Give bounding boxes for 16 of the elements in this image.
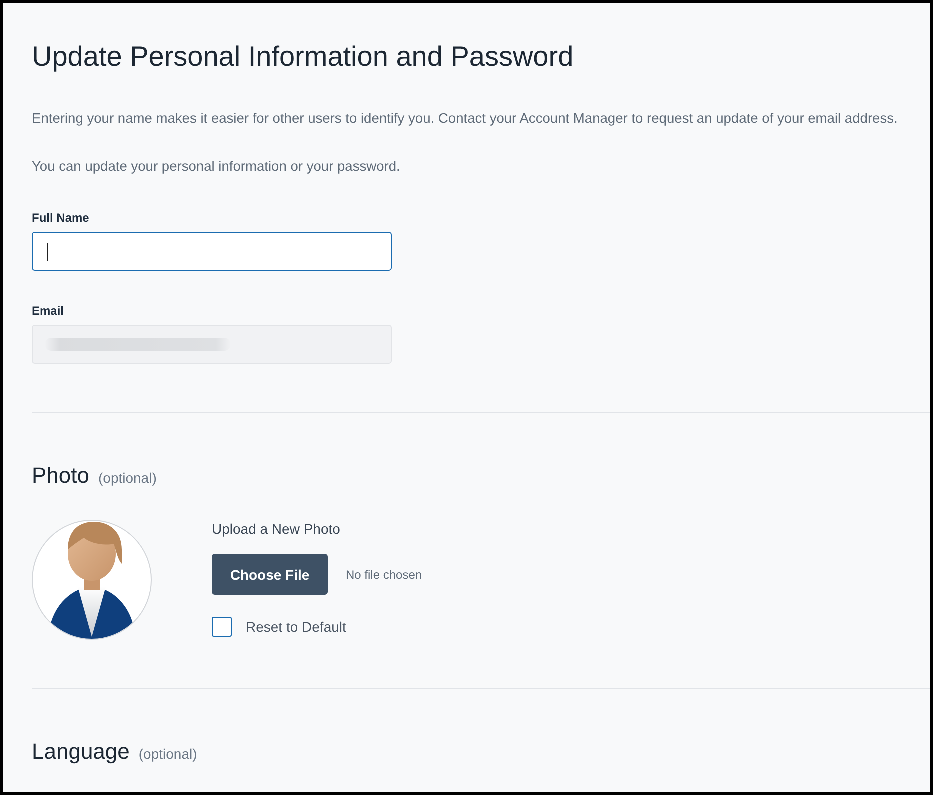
text-cursor-icon xyxy=(47,242,48,260)
reset-checkbox[interactable] xyxy=(212,617,232,637)
field-label: Email xyxy=(32,303,64,319)
section-title: Language xyxy=(32,738,130,766)
input-field[interactable] xyxy=(32,232,392,271)
page-title: Update Personal Information and Password xyxy=(32,41,575,73)
checkbox-label: Reset to Default xyxy=(246,618,346,637)
intro-text: You can update your personal information or your password. xyxy=(32,158,402,176)
upload-label: Upload a New Photo xyxy=(212,520,340,538)
file-status-text: No file chosen xyxy=(346,568,422,582)
optional-note: (optional) xyxy=(138,746,198,762)
intro-text: Entering your name makes it easier for other users to identify you. Contact your Account Manager to request an update of your email address. xyxy=(32,110,899,128)
optional-note: (optional) xyxy=(98,470,157,486)
section-title: Photo xyxy=(32,462,90,490)
choose-file-button[interactable]: Choose File xyxy=(212,554,328,595)
field-label: Full Name xyxy=(32,210,90,226)
